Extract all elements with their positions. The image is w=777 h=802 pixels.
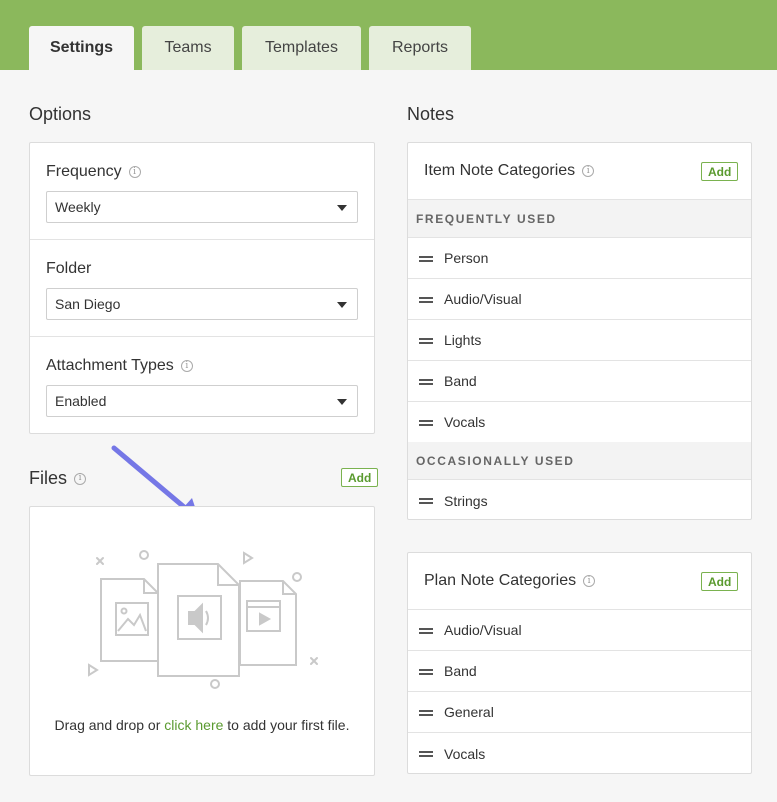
list-item[interactable]: Audio/Visual (408, 610, 751, 651)
frequency-group: Frequency i Weekly (30, 143, 374, 240)
drag-handle-icon[interactable] (419, 498, 433, 504)
list-item-label: Band (444, 663, 477, 679)
item-note-add-button[interactable]: Add (701, 162, 739, 181)
list-item[interactable]: Vocals (408, 733, 751, 774)
files-title: Files i (29, 468, 87, 489)
info-icon[interactable]: i (74, 472, 87, 485)
item-note-categories-card: Item Note Categories i Add FREQUENTLY US… (407, 142, 752, 520)
list-item-label: Person (444, 250, 489, 266)
info-icon[interactable]: i (128, 166, 141, 178)
list-item-label: Audio/Visual (444, 291, 522, 307)
drag-handle-icon[interactable] (419, 628, 433, 634)
files-dropzone[interactable]: Drag and drop or click here to add your … (29, 506, 375, 776)
notes-title: Notes (407, 104, 455, 124)
caret-down-icon (337, 399, 347, 405)
list-item-label: Band (444, 373, 477, 389)
list-item[interactable]: Band (408, 651, 751, 692)
list-item[interactable]: Strings (408, 480, 751, 521)
list-item-label: Lights (444, 332, 482, 348)
files-add-button[interactable]: Add (341, 468, 379, 487)
caret-down-icon (337, 302, 347, 308)
drag-handle-icon[interactable] (419, 338, 433, 344)
frequency-select[interactable]: Weekly (46, 191, 358, 223)
list-item-label: Strings (444, 492, 488, 509)
plan-note-categories-title-text: Plan Note Categories (424, 572, 577, 589)
drag-handle-icon[interactable] (419, 297, 433, 303)
list-item-label: Audio/Visual (444, 622, 522, 638)
folder-group: Folder San Diego (30, 240, 374, 337)
options-card: Frequency i Weekly Folder San Diego Atta… (29, 142, 375, 434)
item-note-categories-title: Item Note Categories i (424, 162, 595, 180)
list-item[interactable]: Audio/Visual (408, 279, 751, 320)
list-item[interactable]: Lights (408, 320, 751, 361)
info-icon[interactable]: i (583, 575, 596, 587)
folder-value: San Diego (55, 296, 121, 312)
plan-note-categories-title: Plan Note Categories i (424, 572, 596, 590)
list-item[interactable]: General (408, 692, 751, 733)
info-icon[interactable]: i (582, 165, 595, 177)
drag-handle-icon[interactable] (419, 669, 433, 675)
attachment-types-label-text: Attachment Types (46, 357, 174, 374)
folder-select[interactable]: San Diego (46, 288, 358, 320)
info-icon[interactable]: i (180, 360, 193, 372)
group-occasionally-used: OCCASIONALLY USED (408, 442, 751, 480)
dropzone-message: Drag and drop or click here to add your … (30, 717, 374, 733)
frequency-label-text: Frequency (46, 163, 122, 180)
frequency-label: Frequency i (46, 163, 141, 181)
drag-handle-icon[interactable] (419, 710, 433, 716)
list-item[interactable]: Vocals (408, 402, 751, 443)
options-title: Options (29, 104, 92, 124)
attachment-types-value: Enabled (55, 393, 107, 409)
folder-label-text: Folder (46, 260, 92, 277)
drag-handle-icon[interactable] (419, 379, 433, 385)
file-illustration-icon (88, 550, 318, 689)
item-note-categories-header: Item Note Categories i Add (408, 143, 751, 200)
list-item[interactable]: Person (408, 238, 751, 279)
attachment-types-select[interactable]: Enabled (46, 385, 358, 417)
tab-settings[interactable]: Settings (29, 26, 134, 70)
drag-handle-icon[interactable] (419, 751, 433, 757)
click-here-link[interactable]: click here (164, 717, 223, 733)
tab-templates[interactable]: Templates (242, 26, 361, 70)
folder-label: Folder (46, 260, 91, 278)
frequency-value: Weekly (55, 199, 101, 215)
list-item-label: Vocals (444, 745, 486, 762)
list-item[interactable]: Band (408, 361, 751, 402)
caret-down-icon (337, 205, 347, 211)
attachment-types-label: Attachment Types i (46, 357, 193, 375)
drag-handle-icon[interactable] (419, 420, 433, 426)
tab-teams[interactable]: Teams (142, 26, 234, 70)
group-frequently-used: FREQUENTLY USED (408, 200, 751, 238)
dropzone-suffix: to add your first file. (223, 717, 350, 733)
item-note-categories-title-text: Item Note Categories (424, 162, 576, 179)
attachment-types-group: Attachment Types i Enabled (30, 337, 374, 434)
plan-note-add-button[interactable]: Add (701, 572, 739, 591)
list-item-label: General (444, 704, 494, 720)
files-title-text: Files (29, 468, 68, 488)
plan-note-categories-card: Plan Note Categories i Add Audio/Visual … (407, 552, 752, 774)
drag-handle-icon[interactable] (419, 256, 433, 262)
tab-reports[interactable]: Reports (369, 26, 471, 70)
list-item-label: Vocals (444, 414, 486, 430)
dropzone-prefix: Drag and drop or (54, 717, 165, 733)
plan-note-categories-header: Plan Note Categories i Add (408, 553, 751, 610)
